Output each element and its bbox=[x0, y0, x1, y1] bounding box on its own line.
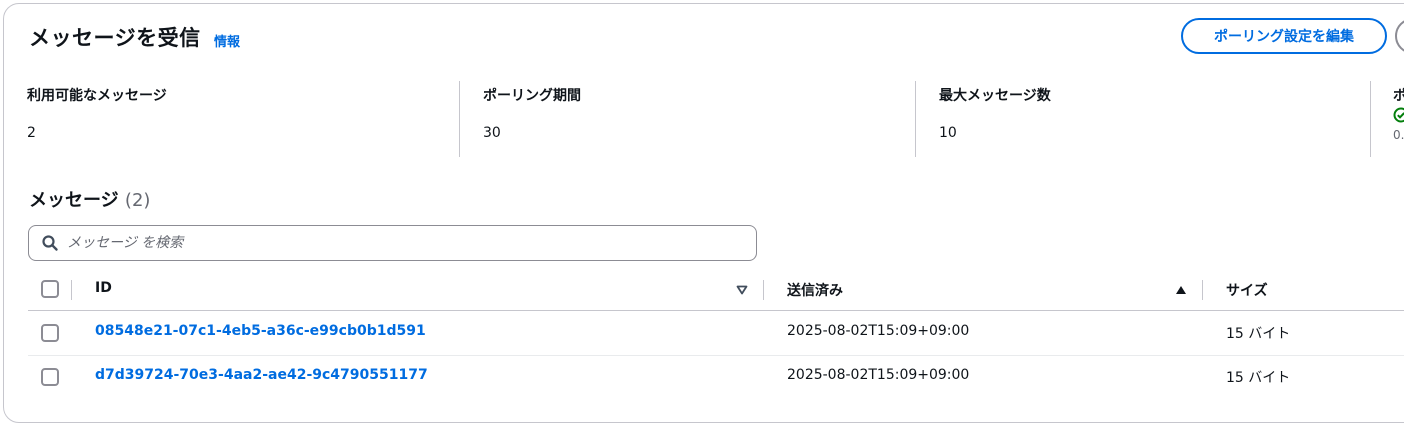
row-checkbox[interactable] bbox=[41, 324, 59, 342]
stat-label: ポ bbox=[1393, 85, 1404, 105]
messages-title: メッセージ bbox=[29, 190, 119, 211]
search-input[interactable] bbox=[67, 228, 717, 258]
message-sent: 2025-08-02T15:09+09:00 bbox=[787, 367, 970, 383]
column-separator bbox=[71, 280, 72, 300]
stat-divider bbox=[915, 81, 916, 157]
receive-messages-panel: メッセージを受信 情報 ポーリング設定を編集 利用可能なメッセージ 2 ポーリン… bbox=[3, 3, 1404, 423]
stat-available-messages: 利用可能なメッセージ 2 bbox=[27, 83, 447, 159]
select-all-checkbox[interactable] bbox=[41, 280, 59, 298]
row-divider bbox=[28, 355, 1404, 356]
caret-up-icon[interactable] bbox=[1175, 285, 1187, 295]
stat-value: 30 bbox=[483, 125, 501, 141]
column-header-sent[interactable]: 送信済み bbox=[787, 280, 843, 300]
stat-value: 0. bbox=[1393, 128, 1404, 142]
message-id-link[interactable]: d7d39724-70e3-4aa2-ae42-9c4790551177 bbox=[95, 367, 428, 383]
stat-value: 2 bbox=[27, 125, 36, 141]
stat-label: 最大メッセージ数 bbox=[939, 88, 1051, 104]
more-actions-button[interactable] bbox=[1395, 18, 1404, 54]
edit-polling-settings-button[interactable]: ポーリング設定を編集 bbox=[1181, 18, 1387, 54]
info-link[interactable]: 情報 bbox=[214, 31, 240, 50]
stat-divider bbox=[1370, 81, 1371, 157]
stat-label: 利用可能なメッセージ bbox=[27, 88, 167, 104]
message-size: 15 バイト bbox=[1226, 326, 1291, 342]
stat-polling-duration: ポーリング期間 30 bbox=[483, 83, 903, 159]
column-header-size[interactable]: サイズ bbox=[1226, 280, 1268, 300]
message-size: 15 バイト bbox=[1226, 370, 1291, 386]
column-header-id[interactable]: ID bbox=[95, 280, 112, 296]
stat-divider bbox=[459, 81, 460, 157]
stat-label: ポーリング期間 bbox=[483, 88, 581, 104]
messages-heading: メッセージ (2) bbox=[29, 186, 150, 212]
caret-down-icon[interactable] bbox=[736, 285, 748, 295]
stat-max-messages: 最大メッセージ数 10 bbox=[939, 83, 1359, 159]
search-box bbox=[28, 225, 757, 261]
message-sent: 2025-08-02T15:09+09:00 bbox=[787, 323, 970, 339]
check-circle-icon bbox=[1393, 107, 1404, 123]
stat-value: 10 bbox=[939, 125, 957, 141]
messages-count: (2) bbox=[124, 190, 151, 211]
column-separator bbox=[763, 280, 764, 300]
table-header-divider bbox=[28, 310, 1404, 311]
column-separator bbox=[1202, 280, 1203, 300]
row-checkbox[interactable] bbox=[41, 368, 59, 386]
page-title: メッセージを受信 bbox=[29, 26, 201, 50]
message-id-link[interactable]: 08548e21-07c1-4eb5-a36c-e99cb0b1d591 bbox=[95, 323, 426, 339]
search-icon bbox=[42, 235, 58, 251]
